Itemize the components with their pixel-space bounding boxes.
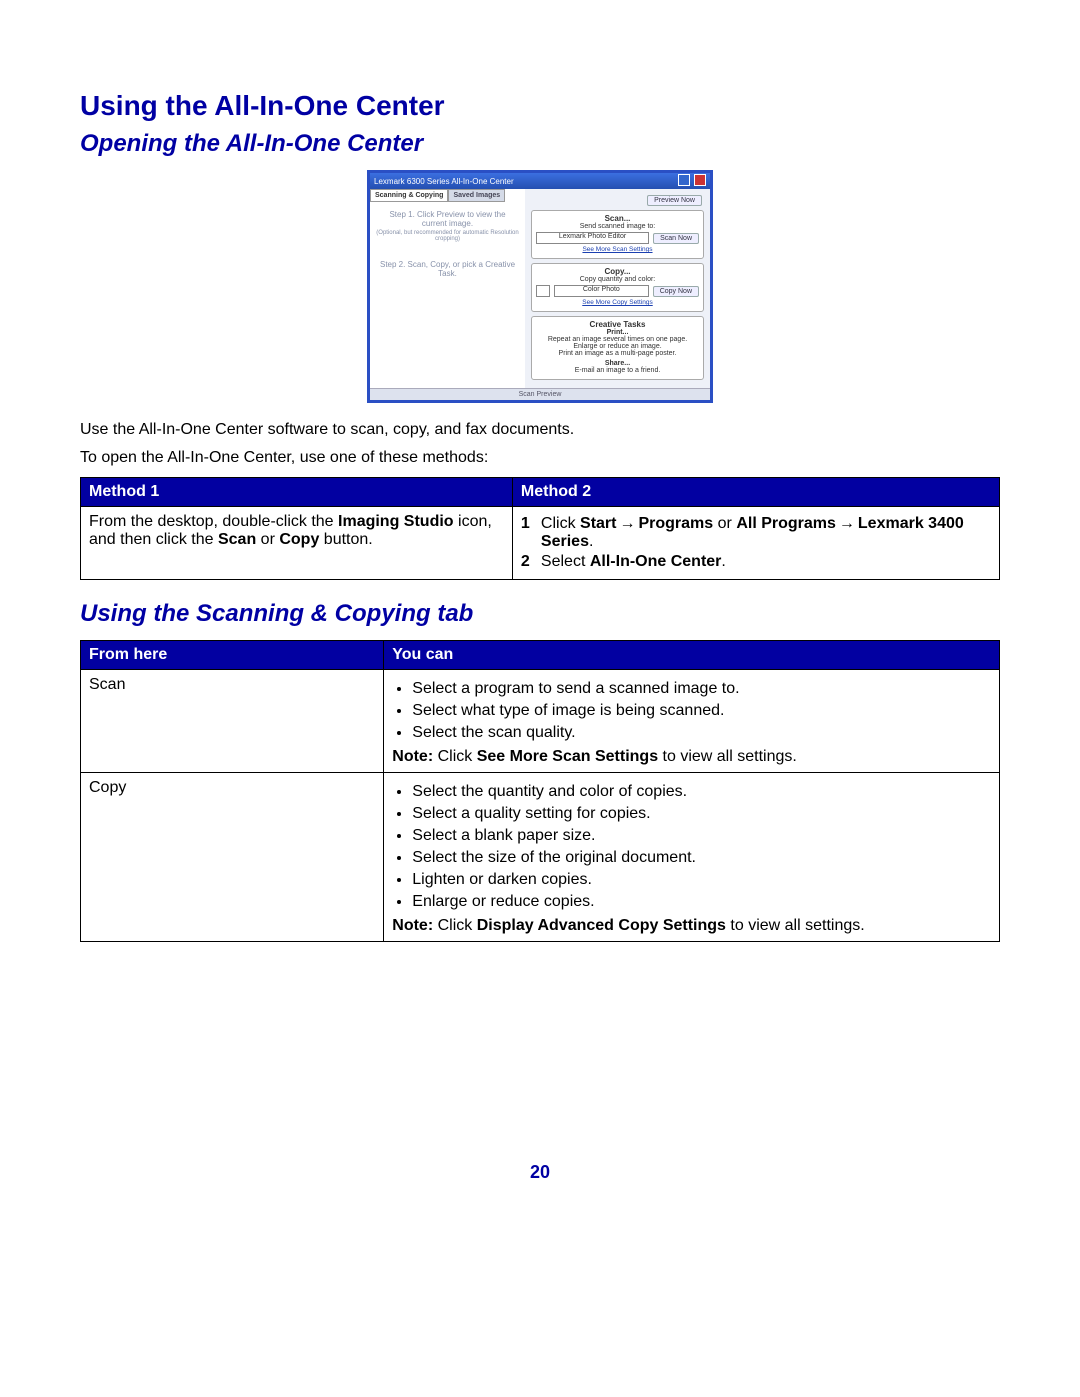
list-item: Select the quantity and color of copies.	[412, 783, 991, 801]
list-item: Select a quality setting for copies.	[412, 805, 991, 823]
note-bold: Display Advanced Copy Settings	[477, 917, 726, 934]
note-label: Note:	[392, 748, 437, 765]
m2-s1-click: Click	[541, 515, 580, 532]
heading-1: Using the All-In-One Center	[80, 90, 1000, 122]
m2-s1-programs: Programs	[638, 515, 713, 532]
sc-header-1: From here	[81, 641, 384, 670]
creative-t4: E-mail an image to a friend.	[536, 367, 699, 374]
list-item: Select what type of image is being scann…	[412, 702, 991, 720]
m1-bold-scan: Scan	[218, 531, 256, 548]
m2-s2-post: .	[721, 553, 725, 570]
copy-section: Copy... Copy quantity and color: Color P…	[531, 263, 704, 312]
m2-s1-period: .	[589, 533, 593, 550]
scan-select: Lexmark Photo Editor	[536, 232, 649, 244]
m2-s1-start: Start	[580, 515, 616, 532]
preview-now-button: Preview Now	[647, 195, 702, 206]
scan-copy-table: From here You can Scan Select a program …	[80, 640, 1000, 942]
sc-row2-content: Select the quantity and color of copies.…	[384, 773, 1000, 942]
m1-or: or	[256, 531, 279, 548]
creative-t1: Repeat an image several times on one pag…	[536, 336, 699, 343]
tab-saved-images: Saved Images	[448, 189, 505, 202]
window-titlebar: Lexmark 6300 Series All-In-One Center	[370, 173, 710, 189]
heading-2-scanning: Using the Scanning & Copying tab	[80, 600, 1000, 628]
copy-select: Color Photo	[554, 285, 649, 297]
scan-preview-footer: Scan Preview	[370, 388, 710, 400]
list-item: Select a blank paper size.	[412, 827, 991, 845]
creative-label: Creative Tasks	[536, 320, 699, 329]
m2-s1-or: or	[713, 515, 736, 532]
methods-header-1: Method 1	[81, 478, 513, 507]
minimize-icon	[678, 174, 690, 186]
copy-sub: Copy quantity and color:	[536, 276, 699, 283]
method-2-cell: 1 Click Start→Programs or All Programs→L…	[512, 507, 999, 580]
methods-header-2: Method 2	[512, 478, 999, 507]
m2-s1-allprograms: All Programs	[736, 515, 836, 532]
creative-t3: Print an image as a multi-page poster.	[536, 350, 699, 357]
creative-section: Creative Tasks Print... Repeat an image …	[531, 316, 704, 380]
close-icon	[694, 174, 706, 186]
note-bold: See More Scan Settings	[477, 748, 658, 765]
list-item: Lighten or darken copies.	[412, 871, 991, 889]
creative-print: Print...	[536, 329, 699, 336]
page-number: 20	[80, 1162, 1000, 1183]
list-item: Enlarge or reduce copies.	[412, 893, 991, 911]
step1-sub: (Optional, but recommended for automatic…	[376, 230, 519, 242]
note-post: to view all settings.	[726, 917, 865, 934]
scan-section: Scan... Send scanned image to: Lexmark P…	[531, 210, 704, 259]
scan-sub: Send scanned image to:	[536, 223, 699, 230]
m2-s2-pre: Select	[541, 553, 590, 570]
scan-more-link: See More Scan Settings	[536, 246, 699, 253]
note-post: to view all settings.	[658, 748, 797, 765]
m1-pre: From the desktop, double-click the	[89, 513, 338, 530]
methods-table: Method 1 Method 2 From the desktop, doub…	[80, 477, 1000, 580]
sc-row2-note: Note: Click Display Advanced Copy Settin…	[392, 917, 991, 935]
m1-bold-copy: Copy	[279, 531, 319, 548]
sc-row1-note: Note: Click See More Scan Settings to vi…	[392, 748, 991, 766]
sc-row1-label: Scan	[81, 670, 384, 773]
note-mid: Click	[438, 917, 477, 934]
sc-row1-content: Select a program to send a scanned image…	[384, 670, 1000, 773]
intro-paragraph-1: Use the All-In-One Center software to sc…	[80, 421, 1000, 439]
copy-more-link: See More Copy Settings	[536, 299, 699, 306]
sc-row2-label: Copy	[81, 773, 384, 942]
creative-share: Share...	[536, 360, 699, 367]
arrow-icon: →	[616, 515, 638, 533]
screenshot-figure: Lexmark 6300 Series All-In-One Center Sc…	[80, 170, 1000, 403]
copy-now-button: Copy Now	[653, 286, 699, 297]
scan-now-button: Scan Now	[653, 233, 699, 244]
copy-qty	[536, 285, 550, 297]
list-item: Select the scan quality.	[412, 724, 991, 742]
intro-paragraph-2: To open the All-In-One Center, use one o…	[80, 449, 1000, 467]
list-item: Select a program to send a scanned image…	[412, 680, 991, 698]
heading-2-opening: Opening the All-In-One Center	[80, 130, 1000, 158]
note-mid: Click	[438, 748, 477, 765]
m1-bold-imaging: Imaging Studio	[338, 513, 454, 530]
m2-s2-bold: All-In-One Center	[590, 553, 722, 570]
scan-label: Scan...	[536, 214, 699, 223]
step2-text: Step 2. Scan, Copy, or pick a Creative T…	[376, 260, 519, 278]
m2-step-1: 1 Click Start→Programs or All Programs→L…	[521, 515, 991, 551]
method-1-cell: From the desktop, double-click the Imagi…	[81, 507, 513, 580]
arrow-icon: →	[836, 515, 858, 533]
m2-step-2: 2 Select All-In-One Center.	[521, 553, 991, 571]
window-title: Lexmark 6300 Series All-In-One Center	[374, 177, 514, 186]
sc-header-2: You can	[384, 641, 1000, 670]
tab-scanning-copying: Scanning & Copying	[370, 189, 448, 202]
creative-t2: Enlarge or reduce an image.	[536, 343, 699, 350]
list-item: Select the size of the original document…	[412, 849, 991, 867]
note-label: Note:	[392, 917, 437, 934]
app-window: Lexmark 6300 Series All-In-One Center Sc…	[367, 170, 713, 403]
m1-post: button.	[319, 531, 372, 548]
copy-label: Copy...	[536, 267, 699, 276]
step1-text: Step 1. Click Preview to view the curren…	[376, 210, 519, 228]
